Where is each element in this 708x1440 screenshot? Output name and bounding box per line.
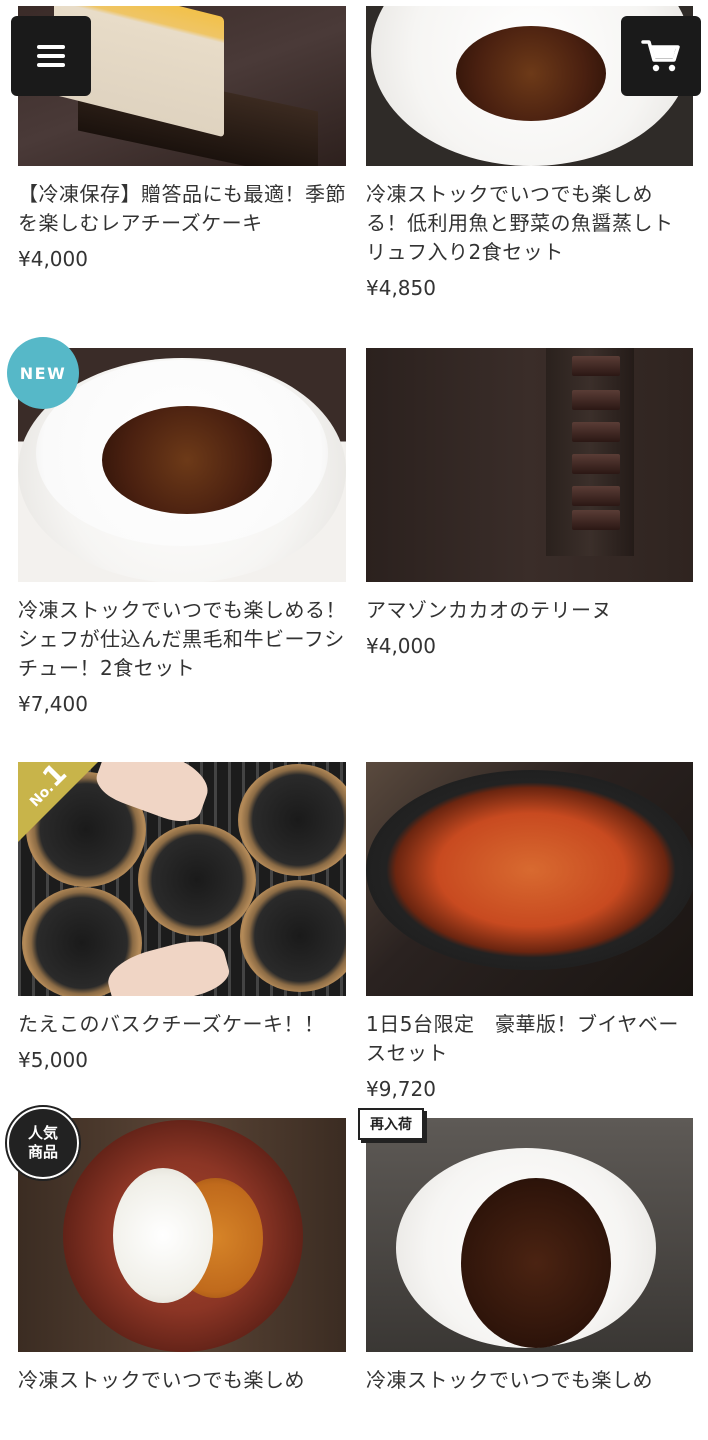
product-image[interactable] (366, 1118, 693, 1352)
product-card[interactable]: 人気 商品 冷凍ストックでいつでも楽しめ (5, 1105, 346, 1395)
product-card[interactable]: No.1 たえこのバスクチーズケーキ！！ ¥5,000 (18, 757, 346, 1118)
product-card[interactable]: 1日5台限定 豪華版！ブイヤベースセット ¥9,720 (366, 762, 693, 1118)
product-price: ¥4,000 (366, 634, 436, 658)
popular-badge: 人気 商品 (5, 1105, 81, 1181)
product-title[interactable]: アマゾンカカオのテリーヌ (366, 596, 693, 625)
product-title[interactable]: 1日5台限定 豪華版！ブイヤベースセット (366, 1010, 693, 1068)
product-title[interactable]: 【冷凍保存】贈答品にも最適！季節を楽しむレアチーズケーキ (18, 180, 346, 238)
product-card[interactable]: アマゾンカカオのテリーヌ ¥4,000 (366, 348, 693, 762)
product-title[interactable]: 冷凍ストックでいつでも楽しめる！低利用魚と野菜の魚醤蒸しトリュフ入り2食セット (366, 180, 693, 267)
product-image[interactable] (366, 348, 693, 582)
product-price: ¥7,400 (18, 692, 88, 716)
product-price: ¥9,720 (366, 1077, 436, 1101)
product-price: ¥4,000 (18, 247, 88, 271)
cart-button[interactable] (621, 16, 701, 96)
menu-button[interactable] (11, 16, 91, 96)
product-card[interactable]: NEW 冷凍ストックでいつでも楽しめる！シェフが仕込んだ黒毛和牛ビーフシチュー！… (7, 337, 346, 762)
new-badge: NEW (7, 337, 79, 409)
product-title[interactable]: 冷凍ストックでいつでも楽しめ (18, 1366, 346, 1395)
product-title[interactable]: 冷凍ストックでいつでも楽しめ (366, 1366, 693, 1395)
product-image[interactable] (366, 762, 693, 996)
restock-badge: 再入荷 (358, 1108, 424, 1140)
product-grid: 【冷凍保存】贈答品にも最適！季節を楽しむレアチーズケーキ ¥4,000 冷凍スト… (5, 0, 693, 1395)
hamburger-menu-icon (37, 45, 65, 67)
product-title[interactable]: たえこのバスクチーズケーキ！！ (18, 1010, 346, 1039)
product-card[interactable]: 再入荷 冷凍ストックでいつでも楽しめ (358, 1108, 693, 1395)
product-price: ¥4,850 (366, 276, 436, 300)
shopping-cart-icon (641, 40, 680, 72)
product-title[interactable]: 冷凍ストックでいつでも楽しめる！シェフが仕込んだ黒毛和牛ビーフシチュー！2食セッ… (18, 596, 346, 683)
product-price: ¥5,000 (18, 1048, 88, 1072)
